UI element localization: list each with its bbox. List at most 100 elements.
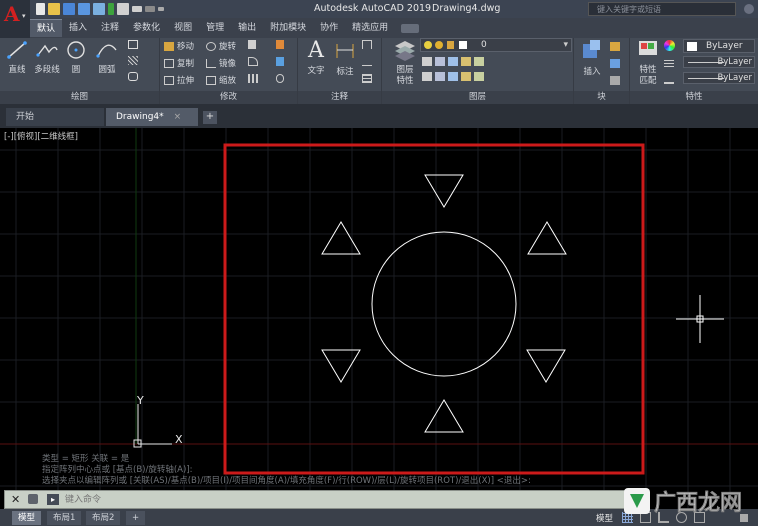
tab-addins[interactable]: 附加模块 [263,19,313,37]
arc-tool[interactable]: 圆弧 [94,40,120,75]
lineweight-button[interactable] [664,75,674,84]
start-tab[interactable]: 开始 [6,108,104,126]
polyline-tool[interactable]: 多段线 [32,40,62,75]
region-tool[interactable] [128,72,138,81]
linetype-button[interactable] [664,58,674,67]
share-icon[interactable] [108,3,114,15]
layer-tool-row3[interactable] [422,72,484,81]
command-input[interactable] [65,492,625,507]
layer-thaw-icon [461,72,471,81]
layout-tab-model[interactable]: 模型 [12,511,42,525]
close-icon[interactable]: ✕ [11,493,20,506]
array-triangle-lower-right[interactable] [526,349,566,383]
linear-dim-tool[interactable] [362,40,372,49]
tab-collaborate[interactable]: 协作 [313,19,345,37]
layout-tab-layout2[interactable]: 布局2 [86,511,121,525]
layer-tool-row2[interactable] [422,57,484,66]
rotate-icon [206,41,216,51]
tab-manage[interactable]: 管理 [199,19,231,37]
trim-tool[interactable] [248,40,256,49]
drawing-canvas[interactable]: Y X [-][俯视][二维线框] [0,128,758,509]
properties-panel-title[interactable]: 特性 [630,91,758,104]
arc-icon [96,44,117,58]
new-file-icon[interactable] [36,3,45,15]
annotation-panel: A 文字 标注 注释 [298,38,382,104]
text-icon: A [308,38,324,63]
tab-annotate[interactable]: 注释 [94,19,126,37]
block-panel-title[interactable]: 块 [574,91,629,104]
tab-view[interactable]: 视图 [167,19,199,37]
modify-panel-title[interactable]: 修改 [160,91,297,104]
table-tool[interactable] [362,74,372,83]
layer-properties-label: 图层特性 [396,65,414,86]
dimension-tool[interactable]: 标注 [332,40,358,77]
array-triangle-top[interactable] [424,174,464,208]
save-icon[interactable] [63,3,75,15]
undo-icon[interactable] [132,6,142,12]
tab-parametric[interactable]: 参数化 [126,19,167,37]
mirror-tool[interactable]: 镜像 [206,57,236,69]
color-dropdown[interactable]: ByLayer [683,39,755,53]
layer-properties-tool[interactable]: 图层特性 [388,38,422,87]
match-properties-icon [639,41,657,55]
array-triangle-lower-left[interactable] [321,349,361,383]
layout-tab-layout1[interactable]: 布局1 [47,511,82,525]
customize-icon[interactable] [28,494,38,504]
add-layout-button[interactable]: + [126,511,146,525]
open-folder-icon[interactable] [48,3,60,15]
edit-block-tool[interactable] [610,59,620,68]
create-block-tool[interactable] [610,42,620,51]
offset-tool[interactable] [276,74,284,83]
annotation-panel-title[interactable]: 注释 [298,91,381,104]
draw-panel-title[interactable]: 绘图 [0,91,159,104]
edit-block-icon [610,59,620,68]
customize-qat-icon[interactable] [158,7,164,11]
close-tab-icon[interactable]: × [174,112,182,122]
array-tool[interactable] [248,74,258,83]
array-triangle-upper-right[interactable] [527,221,567,255]
save-as-icon[interactable] [78,3,90,15]
circle-tool[interactable]: 圆 [64,40,88,75]
rotate-tool[interactable]: 旋转 [206,40,236,52]
tab-output[interactable]: 输出 [231,19,263,37]
watermark: 广西龙网 [624,488,742,516]
color-wheel-button[interactable] [664,40,675,51]
line-tool[interactable]: 直线 [4,40,30,75]
array-triangle-bottom[interactable] [424,399,464,433]
tab-default[interactable]: 默认 [30,19,63,37]
new-tab-button[interactable]: + [203,111,217,124]
application-menu-button[interactable]: A ▾ [0,0,30,38]
text-tool[interactable]: A 文字 [302,38,330,76]
tab-featured-apps[interactable]: 精选应用 [345,19,395,37]
match-properties-tool[interactable]: 特性匹配 [634,38,662,87]
redo-icon[interactable] [145,6,155,12]
model-space[interactable]: Y X [0,128,758,509]
move-tool[interactable]: 移动 [164,40,194,52]
viewport-controls[interactable]: [-][俯视][二维线框] [4,130,78,142]
block-attribute-tool[interactable] [610,76,620,85]
ribbon-toggle-button[interactable] [401,23,420,33]
plot-icon[interactable] [117,3,129,15]
leader-tool[interactable] [362,57,372,66]
explode-tool[interactable] [276,57,284,66]
layers-panel-title[interactable]: 图层 [382,91,573,104]
stretch-tool[interactable]: 拉伸 [164,74,194,86]
leader-icon [362,57,372,66]
hatch-tool[interactable] [128,56,138,65]
lineweight-dropdown[interactable]: ByLayer [683,72,755,84]
erase-tool[interactable] [276,40,284,49]
web-mobile-icon[interactable] [93,3,105,15]
insert-block-tool[interactable]: 插入 [578,38,606,77]
scale-tool[interactable]: 缩放 [206,74,236,86]
fillet-tool[interactable] [248,57,258,66]
copy-tool[interactable]: 复制 [164,57,194,69]
rectangle-tool[interactable] [128,40,138,49]
drawing-tab[interactable]: Drawing4* × [106,108,198,126]
model-space-toggle[interactable]: 模型 [596,512,613,524]
array-triangle-upper-left[interactable] [321,221,361,255]
search-box[interactable]: 键入关键字或短语 [588,2,736,16]
user-icon[interactable] [744,4,754,14]
layer-dropdown[interactable]: 0 ▾ [420,38,572,52]
linetype-dropdown[interactable]: ByLayer [683,56,755,68]
tab-insert[interactable]: 插入 [62,19,94,37]
